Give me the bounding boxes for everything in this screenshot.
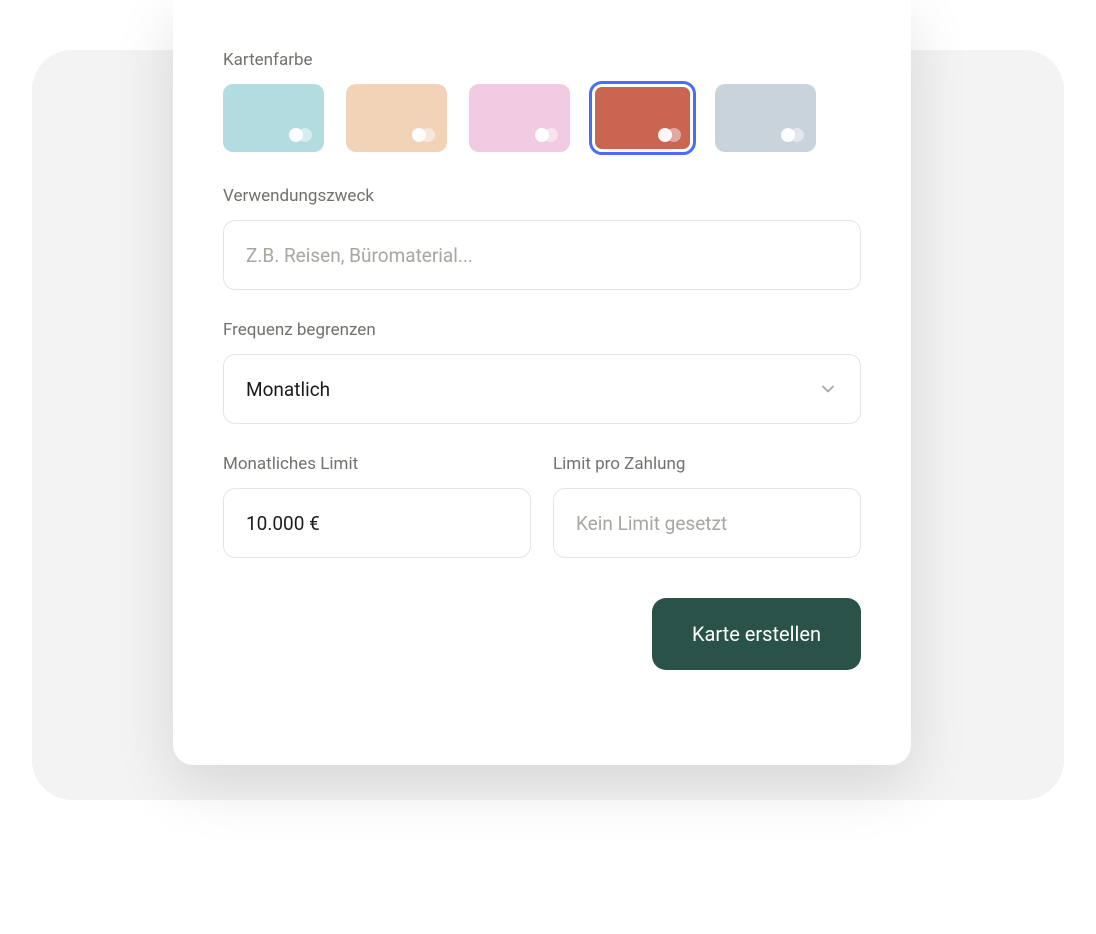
mastercard-icon [289,127,313,143]
color-swatch-teal[interactable] [223,84,324,152]
mastercard-icon [658,127,682,143]
purpose-input[interactable] [223,220,861,290]
per-payment-limit-input[interactable] [553,488,861,558]
mastercard-icon [781,127,805,143]
monthly-limit-label: Monatliches Limit [223,454,531,474]
create-card-button[interactable]: Karte erstellen [652,598,861,670]
frequency-selected-value: Monatlich [246,378,330,401]
color-swatch-slate[interactable] [715,84,816,152]
color-swatches [223,84,861,152]
purpose-label: Verwendungszweck [223,186,861,206]
monthly-limit-input[interactable] [223,488,531,558]
chevron-down-icon [818,379,838,399]
create-card-panel: Kartenfarbe Verwendungszweck Frequenz be… [173,0,911,765]
color-swatch-pink[interactable] [469,84,570,152]
frequency-select[interactable]: Monatlich [223,354,861,424]
color-swatch-terracotta[interactable] [592,84,693,152]
color-label: Kartenfarbe [223,50,861,70]
mastercard-icon [412,127,436,143]
color-swatch-peach[interactable] [346,84,447,152]
mastercard-icon [535,127,559,143]
frequency-label: Frequenz begrenzen [223,320,861,340]
per-payment-limit-label: Limit pro Zahlung [553,454,861,474]
